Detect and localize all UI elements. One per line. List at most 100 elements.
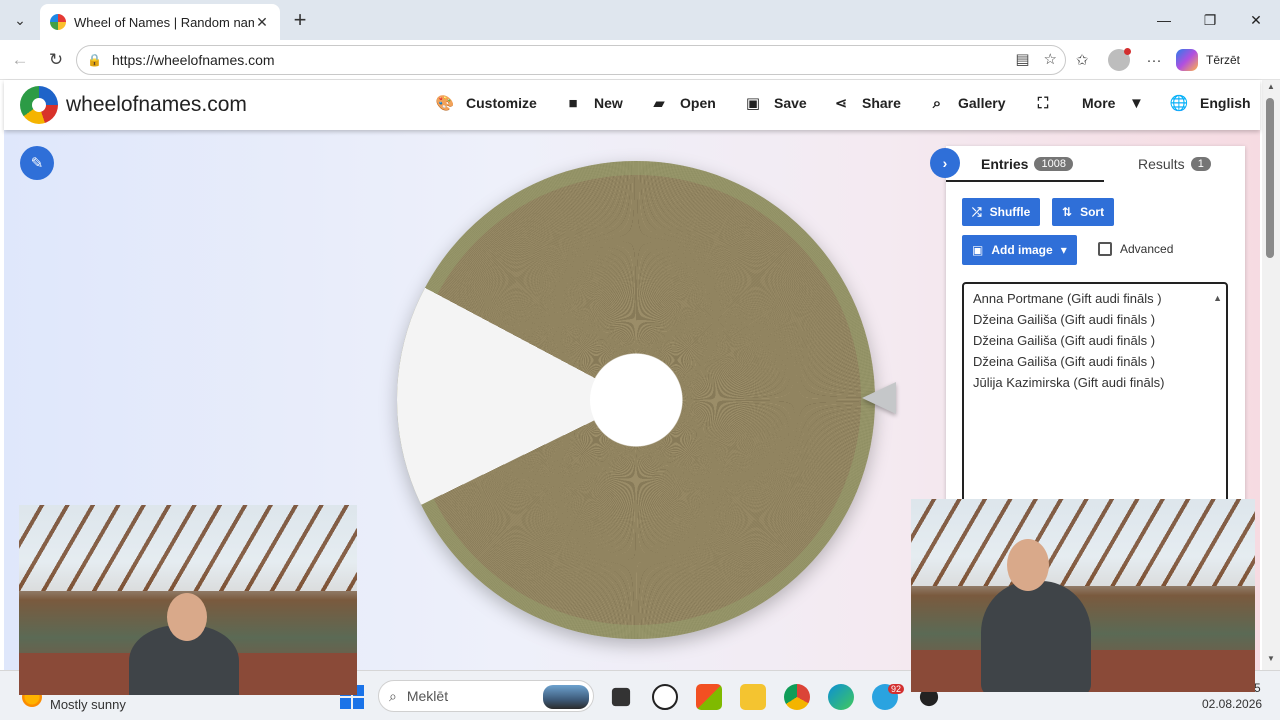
cam-roof <box>19 505 357 591</box>
more-menu-button[interactable]: More ▼ <box>1082 94 1145 112</box>
weather-text[interactable]: Mostly sunny <box>50 697 126 712</box>
gallery-button[interactable]: ⌕ Gallery <box>928 94 1006 112</box>
copilot-label: Tērzēt <box>1206 53 1241 67</box>
lock-icon: 🔒 <box>87 53 102 67</box>
more-label: More <box>1082 95 1116 111</box>
person-head <box>1007 539 1049 591</box>
chrome-icon[interactable] <box>784 684 810 710</box>
copilot-button[interactable]: Tērzēt <box>1176 46 1254 74</box>
address-bar-row: ← ↻ 🔒 https://wheelofnames.com ▤ ☆ ✩ ··· <box>0 40 1280 80</box>
edit-pencil-icon[interactable]: ✎ <box>20 146 54 180</box>
language-button[interactable]: 🌐 English <box>1170 94 1251 112</box>
new-label: New <box>594 95 623 111</box>
open-label: Open <box>680 95 716 111</box>
wheel-logo-icon[interactable] <box>20 86 58 124</box>
tab-list-chevron-icon[interactable]: ⌄ <box>8 8 32 32</box>
sort-label: Sort <box>1080 205 1105 219</box>
fullscreen-icon: ⛶ <box>1037 94 1049 112</box>
back-icon[interactable]: ← <box>8 48 32 72</box>
edge-icon[interactable] <box>828 684 854 710</box>
file-icon: ■ <box>568 94 578 112</box>
cam-roof <box>911 499 1255 586</box>
new-button[interactable]: ■ New <box>564 94 623 112</box>
image-icon: ▣ <box>972 243 984 257</box>
taskbar-search[interactable]: ⌕ Meklēt <box>378 680 594 712</box>
search-icon: ⌕ <box>932 94 942 112</box>
webcam-feed-left <box>19 505 357 695</box>
gallery-label: Gallery <box>958 95 1006 111</box>
restore-icon[interactable]: ❐ <box>1198 8 1222 32</box>
entries-textarea[interactable]: ▲ Anna Portmane (Gift audi fināls ) Džei… <box>962 282 1228 512</box>
favorite-star-icon[interactable]: ☆ <box>1044 50 1057 68</box>
wheel-hub[interactable] <box>590 354 682 446</box>
add-image-button[interactable]: ▣ Add image ▾ <box>962 235 1077 265</box>
open-button[interactable]: ▰ Open <box>650 94 716 112</box>
entries-tab-label: Entries <box>981 156 1029 172</box>
store-icon[interactable] <box>696 684 722 710</box>
reader-mode-icon[interactable]: ▤ <box>1015 50 1029 68</box>
clock-time[interactable]: 5 <box>1254 681 1261 695</box>
file-explorer-icon[interactable] <box>740 684 766 710</box>
tab-title: Wheel of Names | Random name p <box>74 14 254 30</box>
scroll-up-icon[interactable]: ▲ <box>1267 82 1275 91</box>
copilot-icon <box>1176 49 1198 71</box>
scroll-down-icon[interactable]: ▼ <box>1267 654 1275 663</box>
entry-line: Džeina Gailiša (Gift audi fināls ) <box>973 312 1156 327</box>
share-label: Share <box>862 95 901 111</box>
clock-date[interactable]: 02.08.2026 <box>1202 697 1262 711</box>
folder-open-icon: ▰ <box>653 95 665 112</box>
tab-entries[interactable]: Entries 1008 <box>981 156 1073 172</box>
advanced-checkbox[interactable] <box>1098 242 1112 256</box>
person-figure <box>981 581 1091 692</box>
more-options-icon[interactable]: ··· <box>1142 48 1166 72</box>
close-window-icon[interactable]: ✕ <box>1244 8 1268 32</box>
browser-tab[interactable]: Wheel of Names | Random name p ✕ <box>40 4 280 40</box>
shuffle-label: Shuffle <box>989 205 1031 219</box>
webcam-feed-right <box>911 499 1255 692</box>
scrollbar-thumb[interactable] <box>1266 98 1274 258</box>
palette-icon: 🎨 <box>435 95 455 112</box>
url-field[interactable]: 🔒 https://wheelofnames.com ▤ ☆ <box>76 45 1066 75</box>
results-count-badge: 1 <box>1190 157 1211 171</box>
save-label: Save <box>774 95 807 111</box>
share-button[interactable]: ⋖ Share <box>832 94 901 112</box>
telegram-badge: 92 <box>888 684 905 694</box>
customize-button[interactable]: 🎨 Customize <box>436 94 537 112</box>
minimize-icon[interactable]: — <box>1152 8 1176 32</box>
site-header: wheelofnames.com 🎨 Customize ■ New ▰ Ope… <box>4 80 1260 130</box>
task-view-icon[interactable] <box>611 687 631 707</box>
entry-line: Anna Portmane (Gift audi fināls ) <box>973 291 1162 306</box>
name-wheel[interactable] <box>397 161 875 639</box>
language-label: English <box>1200 95 1251 111</box>
entry-line: Džeina Gailiša (Gift audi fināls ) <box>973 354 1156 369</box>
entry-line: Jūlija Kazimirska (Gift audi fināls) <box>973 375 1165 390</box>
sort-icon: ⇅ <box>1062 205 1073 219</box>
chatgpt-icon[interactable] <box>652 684 678 710</box>
save-button[interactable]: ▣ Save <box>744 94 807 112</box>
refresh-icon[interactable]: ↻ <box>44 48 68 72</box>
sort-button[interactable]: ⇅ Sort <box>1052 198 1115 226</box>
advanced-toggle[interactable]: Advanced <box>1098 242 1173 256</box>
search-highlight-image <box>543 685 589 709</box>
results-tab-label: Results <box>1138 156 1185 172</box>
site-logo-text[interactable]: wheelofnames.com <box>66 93 247 117</box>
notification-dot <box>1124 48 1131 55</box>
advanced-label: Advanced <box>1120 242 1174 256</box>
browser-tab-bar: ⌄ Wheel of Names | Random name p ✕ + — ❐… <box>0 0 1280 40</box>
tab-results[interactable]: Results 1 <box>1138 156 1211 172</box>
scroll-up-arrow-icon[interactable]: ▲ <box>1213 288 1222 309</box>
new-tab-icon[interactable]: + <box>288 7 312 32</box>
share-icon: ⋖ <box>834 95 848 112</box>
search-placeholder: Meklēt <box>406 688 449 704</box>
shuffle-button[interactable]: ⤮ Shuffle <box>962 198 1041 226</box>
page-scrollbar[interactable]: ▲ ▼ <box>1262 80 1280 670</box>
close-tab-icon[interactable]: ✕ <box>254 14 270 31</box>
floppy-disk-icon: ▣ <box>745 95 761 112</box>
wheel-pointer-icon <box>862 382 896 414</box>
entries-count-badge: 1008 <box>1034 157 1073 171</box>
collapse-panel-chevron-icon[interactable]: › <box>930 148 960 178</box>
active-tab-indicator <box>946 180 1104 182</box>
favorites-icon[interactable]: ✩ <box>1070 48 1094 72</box>
globe-icon: 🌐 <box>1169 95 1189 112</box>
fullscreen-button[interactable]: ⛶ <box>1034 94 1052 112</box>
